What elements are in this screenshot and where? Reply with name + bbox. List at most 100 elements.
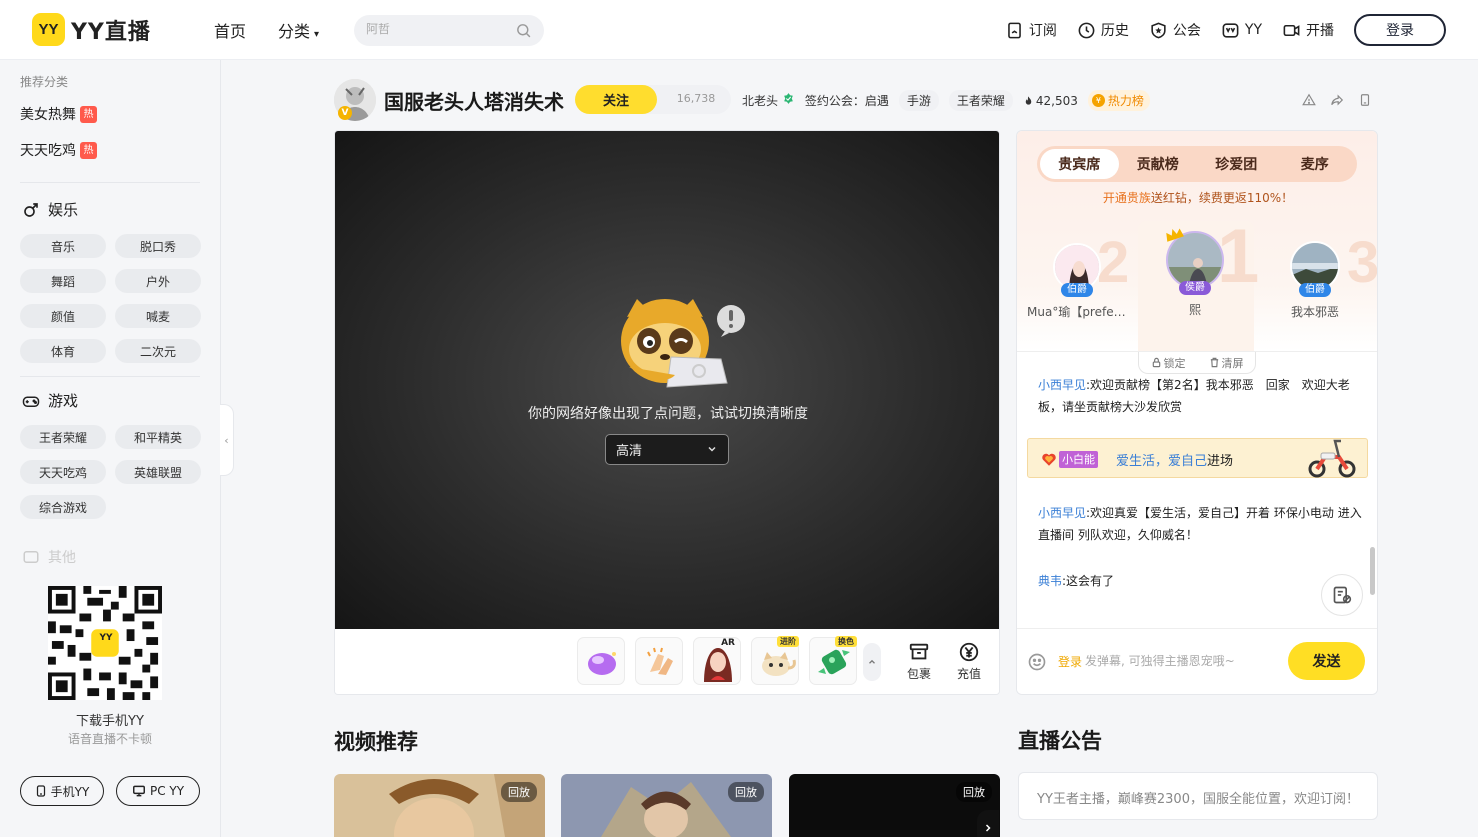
- share-icon[interactable]: [1330, 93, 1344, 107]
- room-actions: [1302, 93, 1372, 107]
- tab-mic-queue[interactable]: 麦序: [1276, 149, 1355, 179]
- chip-mc[interactable]: 喊麦: [115, 304, 201, 328]
- divider: [20, 376, 200, 377]
- hot-badge: 热: [80, 105, 97, 123]
- gift-slot[interactable]: 进阶: [751, 636, 799, 685]
- chat-message: 小西早见:欢迎贡献榜【第2名】我本邪恶 回家 欢迎大老板，请坐贡献榜大沙发欣赏: [1038, 374, 1362, 418]
- chip-looks[interactable]: 颜值: [20, 304, 106, 328]
- announcement-title: 直播公告: [1018, 729, 1102, 753]
- lock-icon: [1152, 357, 1160, 368]
- chat-username[interactable]: 小西早见: [1038, 378, 1086, 392]
- expand-gifts-button[interactable]: [863, 643, 881, 681]
- emoji-icon[interactable]: [1027, 652, 1047, 672]
- video-area[interactable]: 你的网络好像出现了点问题，试试切换清晰度 高清: [335, 131, 999, 629]
- chat-username[interactable]: 小西早见: [1038, 506, 1086, 520]
- rank-user-name: 熙: [1188, 303, 1201, 317]
- chip-acg[interactable]: 二次元: [115, 339, 201, 363]
- video-card[interactable]: 回放: [334, 774, 545, 837]
- chip-pubg[interactable]: 天天吃鸡: [20, 460, 106, 484]
- yy-link[interactable]: YY: [1221, 14, 1262, 46]
- other-category-icon: [23, 551, 39, 563]
- send-button[interactable]: 发送: [1288, 642, 1365, 680]
- lock-button[interactable]: 锁定: [1151, 355, 1186, 371]
- gift-slot[interactable]: 换色: [809, 636, 857, 685]
- warning-icon[interactable]: [1302, 93, 1316, 107]
- other-title: 其他: [48, 550, 76, 566]
- download-mobile-button[interactable]: 手机YY: [20, 776, 104, 806]
- chat-message: 小西早见:欢迎真爱【爱生活，爱自己】开着 环保小电动 进入直播间 列队欢迎，久仰…: [1038, 502, 1362, 546]
- chip-sports[interactable]: 体育: [20, 339, 106, 363]
- gift-slot[interactable]: AR: [693, 637, 741, 685]
- chat-scrollbar[interactable]: [1370, 547, 1375, 595]
- anchor-name-text: 北老头: [742, 94, 779, 108]
- gift-toolbar: AR 进阶 换色 包裹 充值: [335, 629, 999, 694]
- nav-home[interactable]: 首页: [214, 18, 246, 42]
- download-subtitle: 语音直播不卡顿: [67, 732, 152, 746]
- search-icon[interactable]: [515, 22, 532, 39]
- rank-user-2[interactable]: 伯爵 Mua°瑜【prefere…: [1027, 243, 1127, 320]
- broadcast-link[interactable]: 开播: [1282, 14, 1334, 46]
- subscribe-link[interactable]: 订阅: [1005, 14, 1057, 46]
- chip-misc-games[interactable]: 综合游戏: [20, 495, 106, 519]
- history-link[interactable]: 历史: [1077, 14, 1129, 46]
- sidebar-collapse-handle[interactable]: ‹: [220, 404, 234, 476]
- mobile-watch-icon[interactable]: [1358, 93, 1372, 107]
- chat-rank-area: 贵宾席 贡献榜 珍爱团 麦序 开通贵族送红钻，续费更返110%！ 2 1 3 伯…: [1017, 131, 1377, 351]
- nav-category[interactable]: 分类 ▾: [278, 18, 319, 42]
- chat-filter-button[interactable]: [1321, 574, 1363, 616]
- recharge-button[interactable]: 充值: [949, 641, 989, 682]
- tab-vip-seats[interactable]: 贵宾席: [1040, 149, 1119, 179]
- tab-fan-club[interactable]: 珍爱团: [1197, 149, 1276, 179]
- video-card[interactable]: 回放: [561, 774, 772, 837]
- gift-slot[interactable]: [577, 637, 625, 685]
- chip-honor-of-kings[interactable]: 王者荣耀: [20, 425, 106, 449]
- follow-button[interactable]: 关注: [575, 85, 657, 114]
- follow-group: 关注 16,738: [575, 85, 731, 114]
- tag-honor-of-kings[interactable]: 王者荣耀: [948, 90, 1013, 111]
- login-button[interactable]: 登录: [1354, 14, 1446, 46]
- quality-select[interactable]: 高清: [605, 434, 729, 465]
- chip-talkshow[interactable]: 脱口秀: [115, 234, 201, 258]
- subscribe-label: 订阅: [1028, 23, 1057, 39]
- rank-user-3[interactable]: 伯爵 我本邪恶: [1273, 241, 1357, 320]
- download-panel: YY 下载手机YY 语音直播不卡顿 手机YY PC YY: [0, 570, 220, 837]
- chip-dance[interactable]: 舞蹈: [20, 269, 106, 293]
- guild-info[interactable]: 签约公会：启遇: [805, 92, 889, 109]
- search-input[interactable]: [366, 22, 506, 36]
- heat-rank-tag[interactable]: ¥ 热力榜: [1087, 90, 1150, 111]
- heart-level-icon: [1042, 453, 1056, 466]
- heat-count: 42,503: [1023, 94, 1078, 108]
- chip-lol[interactable]: 英雄联盟: [115, 460, 201, 484]
- chevron-up-icon: [869, 659, 875, 664]
- noble-promo[interactable]: 开通贵族送红钻，续费更返110%！: [1017, 189, 1377, 206]
- rank-user-name: Mua°瑜【prefere…: [1027, 305, 1127, 319]
- yy-logo[interactable]: YY YY直播: [32, 13, 151, 46]
- carousel-next-button[interactable]: [977, 810, 999, 837]
- gem-gift-icon: [588, 652, 616, 675]
- chat-input[interactable]: [1085, 650, 1275, 672]
- guild-link[interactable]: 公会: [1149, 14, 1201, 46]
- anchor-name[interactable]: 北老头: [742, 92, 795, 109]
- package-button[interactable]: 包裹: [899, 641, 939, 682]
- tag-mobile-game[interactable]: 手游: [898, 90, 939, 111]
- chip-outdoor[interactable]: 户外: [115, 269, 201, 293]
- noble-badge: 伯爵: [1299, 283, 1331, 297]
- rank-user-1[interactable]: 侯爵 熙: [1157, 228, 1233, 318]
- clear-screen-button[interactable]: 清屏: [1209, 355, 1244, 371]
- sidebar-item-pubg[interactable]: 天天吃鸡 热: [20, 140, 97, 160]
- entrance-username[interactable]: 爱生活，爱自己: [1116, 454, 1207, 469]
- yy-app-icon: [1222, 22, 1239, 38]
- download-pc-button[interactable]: PC YY: [116, 776, 200, 806]
- chevron-right-icon: [985, 824, 991, 832]
- sidebar-item-dance[interactable]: 美女热舞 热: [20, 104, 97, 124]
- level-badge: 小白能: [1040, 450, 1098, 468]
- video-card[interactable]: 回放: [789, 774, 1000, 837]
- follower-count: 16,738: [676, 92, 716, 105]
- tab-contribution[interactable]: 贡献榜: [1119, 149, 1198, 179]
- chip-music[interactable]: 音乐: [20, 234, 106, 258]
- chip-peace-elite[interactable]: 和平精英: [115, 425, 201, 449]
- chat-login-link[interactable]: 登录: [1058, 653, 1082, 670]
- gift-slot[interactable]: [635, 637, 683, 685]
- chat-messages[interactable]: 锁定 清屏 小西早见:欢迎贡献榜【第2名】我本邪恶 回家 欢迎大老板，请坐贡献榜…: [1017, 351, 1377, 628]
- chat-username[interactable]: 典韦: [1038, 574, 1062, 588]
